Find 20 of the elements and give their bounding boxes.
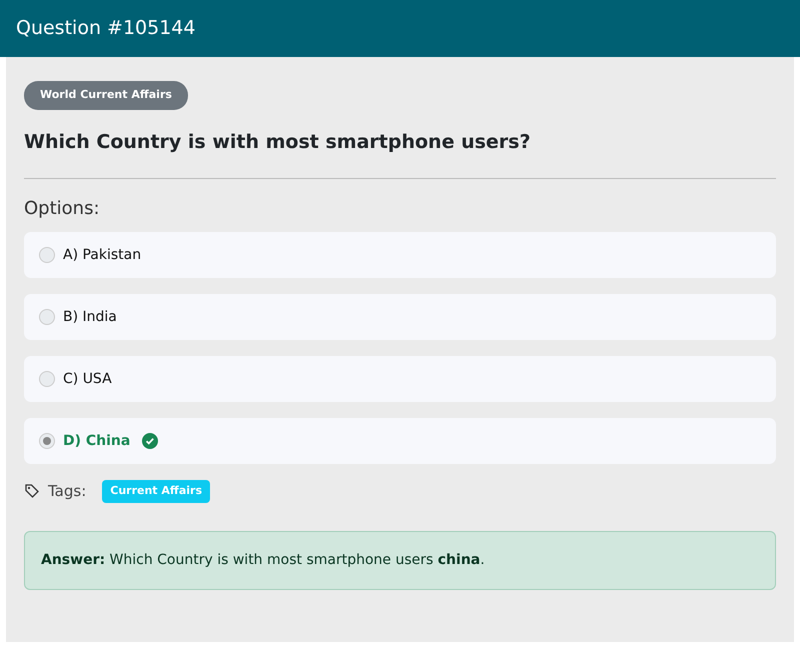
question-text: Which Country is with most smartphone users? [24,130,532,154]
answer-alert: Answer: Which Country is with most smartphone users china. [24,530,776,590]
radio-button[interactable] [39,433,55,449]
radio-button[interactable] [39,371,55,387]
check-circle-icon [142,433,158,449]
tags-label: Tags: [48,481,86,502]
option-text: B) India [63,308,117,326]
category-pill[interactable]: World Current Affairs [24,81,188,110]
option-text: A) Pakistan [63,246,142,264]
radio-button[interactable] [39,309,55,325]
radio-button[interactable] [39,247,55,263]
option-row[interactable]: C) USA [24,356,776,402]
options-heading: Options: [24,197,101,221]
option-row[interactable]: A) Pakistan [24,232,776,278]
tag-icon [24,483,40,500]
option-text: C) USA [63,370,112,388]
option-row[interactable]: D) China [24,418,776,464]
option-row[interactable]: B) India [24,294,776,340]
question-number: Question #105144 [16,16,196,42]
option-text: D) China [63,432,130,450]
